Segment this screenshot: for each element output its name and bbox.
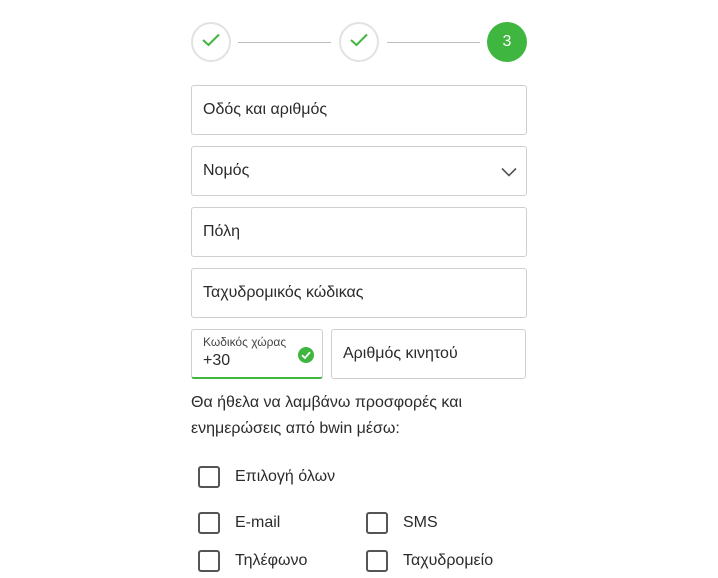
post-checkbox[interactable] <box>366 550 388 572</box>
city-input[interactable]: Πόλη <box>191 207 527 257</box>
country-code-input[interactable]: Κωδικός χώρας +30 <box>191 329 323 379</box>
sms-checkbox[interactable] <box>366 512 388 534</box>
street-input[interactable]: Οδός και αριθμός <box>191 85 527 135</box>
mobile-number-input[interactable]: Αριθμός κινητού <box>331 329 526 379</box>
region-select[interactable]: Νομός <box>191 146 527 196</box>
postal-code-placeholder: Ταχυδρομικός κώδικας <box>203 284 364 301</box>
select-all-label: Επιλογή όλων <box>235 468 336 485</box>
sms-label: SMS <box>403 514 438 531</box>
mobile-number-placeholder: Αριθμός κινητού <box>343 345 458 362</box>
country-code-label: Κωδικός χώρας <box>203 335 287 349</box>
step-3: 3 <box>487 22 527 62</box>
step-2 <box>339 22 379 62</box>
step-number: 3 <box>502 33 512 50</box>
check-icon <box>202 33 220 52</box>
phone-checkbox[interactable] <box>198 550 220 572</box>
region-placeholder: Νομός <box>203 162 250 179</box>
preferences-text: Θα ήθελα να λαμβάνω προσφορές και ενημερ… <box>191 394 463 437</box>
step-connector <box>238 42 331 43</box>
post-label: Ταχυδρομείο <box>403 552 494 569</box>
chevron-down-icon <box>501 164 517 182</box>
email-label: E-mail <box>235 514 281 531</box>
city-placeholder: Πόλη <box>203 223 241 240</box>
select-all-checkbox[interactable] <box>198 466 220 488</box>
email-checkbox[interactable] <box>198 512 220 534</box>
check-icon <box>350 33 368 52</box>
step-1 <box>191 22 231 62</box>
street-placeholder: Οδός και αριθμός <box>203 101 328 118</box>
step-connector <box>387 42 480 43</box>
country-code-value: +30 <box>203 352 231 369</box>
postal-code-input[interactable]: Ταχυδρομικός κώδικας <box>191 268 527 318</box>
valid-check-icon <box>298 347 314 368</box>
phone-label: Τηλέφωνο <box>235 552 308 569</box>
